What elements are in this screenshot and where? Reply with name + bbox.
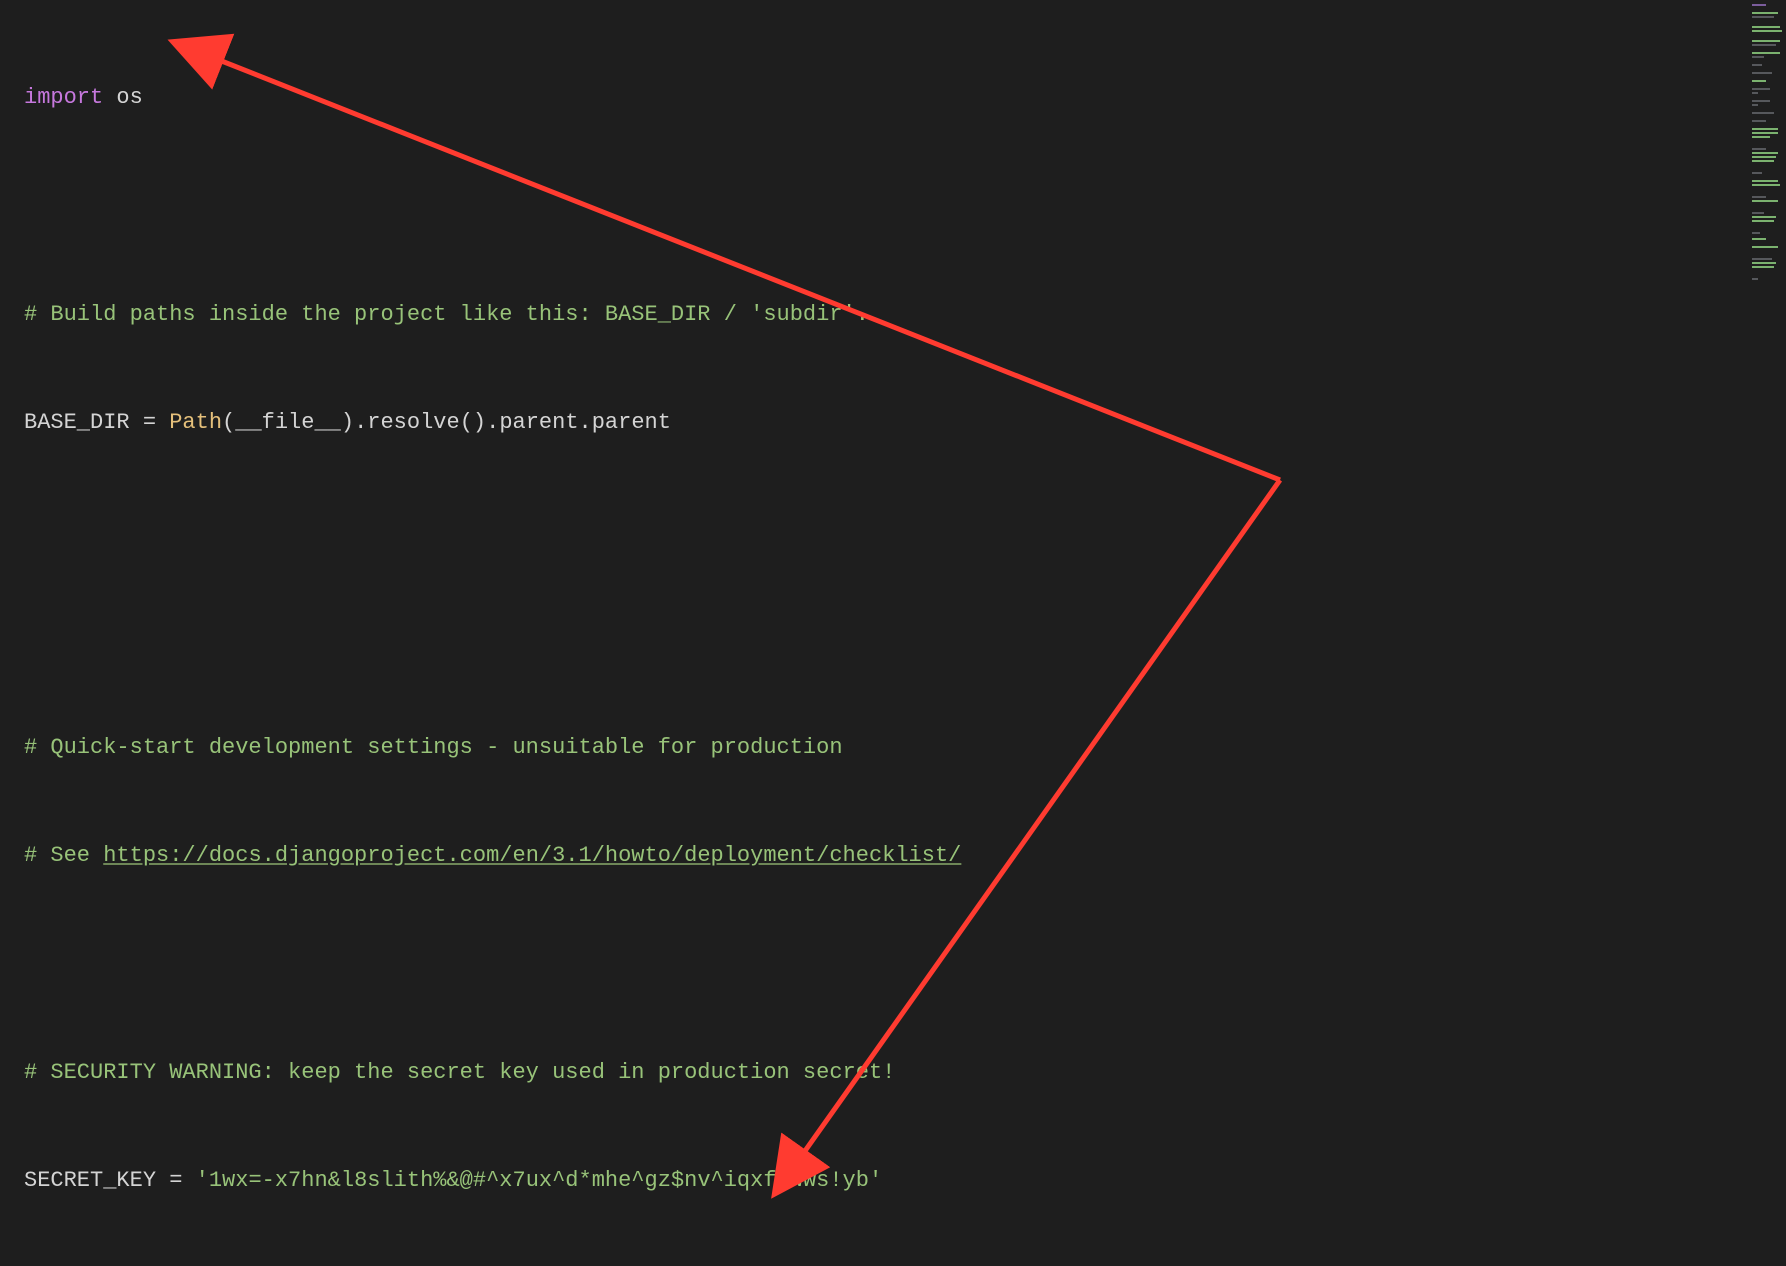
- code-line-blank[interactable]: [0, 188, 1786, 224]
- punct: .: [354, 410, 367, 435]
- punct: .: [579, 410, 592, 435]
- code-line[interactable]: BASE_DIR = Path(__file__).resolve().pare…: [0, 405, 1786, 441]
- code-line[interactable]: # Quick-start development settings - uns…: [0, 730, 1786, 766]
- code-line[interactable]: # SECURITY WARNING: keep the secret key …: [0, 1055, 1786, 1091]
- keyword-import: import: [24, 85, 103, 110]
- operator-eq: =: [130, 410, 170, 435]
- code-line-blank[interactable]: [0, 622, 1786, 658]
- code-line[interactable]: import os: [0, 80, 1786, 116]
- dunder-file: __file__: [235, 410, 341, 435]
- code-line[interactable]: # Build paths inside the project like th…: [0, 297, 1786, 333]
- module-os: [103, 85, 116, 110]
- module-os-name: os: [116, 85, 142, 110]
- code-line[interactable]: # See https://docs.djangoproject.com/en/…: [0, 838, 1786, 874]
- code-line[interactable]: SECRET_KEY = '1wx=-x7hn&l8slith%&@#^x7ux…: [0, 1163, 1786, 1199]
- code-line-blank[interactable]: [0, 513, 1786, 549]
- comment-url[interactable]: https://docs.djangoproject.com/en/3.1/ho…: [103, 843, 961, 868]
- string-secret: '1wx=-x7hn&l8slith%&@#^x7ux^d*mhe^gz$nv^…: [196, 1168, 883, 1193]
- method-resolve: resolve: [367, 410, 459, 435]
- punct: ): [341, 410, 354, 435]
- operator-eq: =: [156, 1168, 196, 1193]
- attr-parent: parent: [592, 410, 671, 435]
- attr-parent: parent: [499, 410, 578, 435]
- punct: (): [460, 410, 486, 435]
- comment: # Build paths inside the project like th…: [24, 302, 869, 327]
- punct: .: [486, 410, 499, 435]
- call-path: Path: [169, 410, 222, 435]
- var-secret-key: SECRET_KEY: [24, 1168, 156, 1193]
- minimap[interactable]: [1748, 0, 1786, 1266]
- comment: # Quick-start development settings - uns…: [24, 735, 843, 760]
- comment: # SECURITY WARNING: keep the secret key …: [24, 1060, 895, 1085]
- comment: # See: [24, 843, 103, 868]
- var-base-dir: BASE_DIR: [24, 410, 130, 435]
- punct: (: [222, 410, 235, 435]
- code-editor[interactable]: import os # Build paths inside the proje…: [0, 0, 1786, 1266]
- code-line-blank[interactable]: [0, 946, 1786, 982]
